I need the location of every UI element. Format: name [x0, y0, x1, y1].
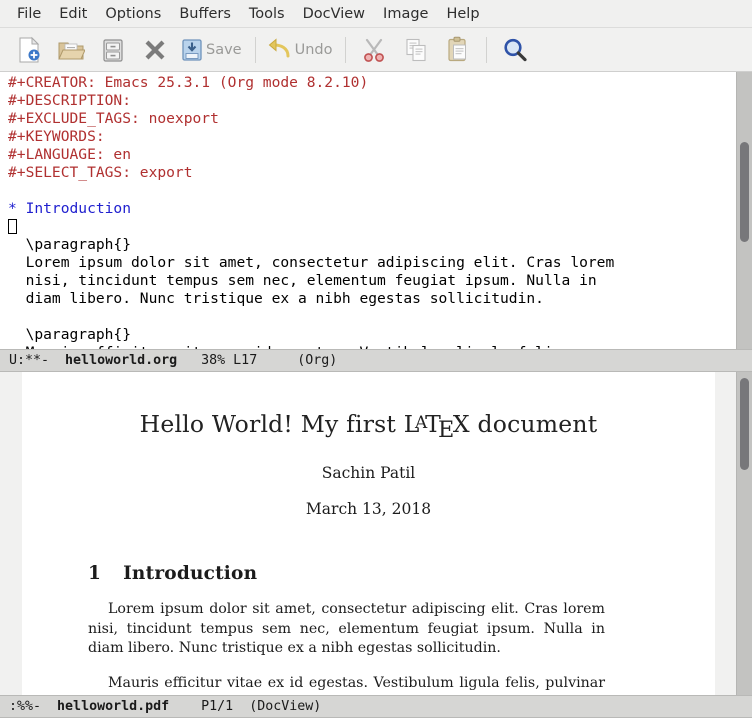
org-modeline-major-mode: (Org): [297, 353, 337, 368]
docview-buffer-window: Hello World! My first LATEX document Sac…: [0, 372, 752, 718]
pdf-title-suffix: document: [470, 410, 598, 438]
menu-item-file[interactable]: File: [8, 3, 50, 25]
org-cursor-line: [8, 218, 736, 236]
org-modeline-flags: U:**-: [9, 353, 49, 368]
pdf-paragraph-1: Lorem ipsum dolor sit amet, consectetur …: [88, 600, 605, 659]
docview-modeline-flags: :%%-: [9, 699, 41, 714]
menu-bar: File Edit Options Buffers Tools DocView …: [0, 0, 752, 28]
menu-item-docview[interactable]: DocView: [294, 3, 374, 25]
undo-arrow-icon: [267, 38, 293, 62]
pdf-section-number: 1: [88, 563, 101, 584]
org-modeline-position: 38% L17: [201, 353, 257, 368]
docview-scrollbar[interactable]: [736, 372, 752, 695]
open-folder-icon: [57, 36, 85, 64]
org-line-select-tags: #+SELECT_TAGS: export: [8, 164, 736, 182]
org-buffer-modeline: U:**- helloworld.org 38% L17 (Org): [0, 349, 752, 372]
org-line-description: #+DESCRIPTION:: [8, 92, 736, 110]
org-line-paragraph1-1: Lorem ipsum dolor sit amet, consectetur …: [8, 254, 736, 272]
org-line-paragraph2-cmd: \paragraph{}: [8, 326, 736, 344]
docview-modeline: :%%- helloworld.pdf P1/1 (DocView): [0, 695, 752, 718]
org-blank-2: [8, 308, 736, 326]
latex-logo: LATEX: [404, 410, 470, 438]
menu-item-tools[interactable]: Tools: [240, 3, 294, 25]
latex-a: A: [415, 412, 427, 432]
buffer-windows: #+CREATOR: Emacs 25.3.1 (Org mode 8.2.10…: [0, 72, 752, 718]
menu-item-buffers[interactable]: Buffers: [170, 3, 240, 25]
magnifier-icon: [502, 37, 528, 63]
clipboard-icon: [445, 36, 471, 63]
toolbar-separator-2: [345, 37, 346, 63]
org-buffer-text[interactable]: #+CREATOR: Emacs 25.3.1 (Org mode 8.2.10…: [8, 72, 736, 349]
docview-modeline-position: P1/1: [201, 699, 233, 714]
file-cabinet-icon: [100, 36, 126, 64]
org-buffer-scrollbar[interactable]: [736, 72, 752, 349]
save-as-button[interactable]: [92, 31, 134, 69]
org-heading-introduction: * Introduction: [8, 200, 736, 218]
new-file-icon: [16, 36, 42, 64]
menu-item-edit[interactable]: Edit: [50, 3, 96, 25]
text-cursor: [8, 219, 17, 234]
org-left-fringe: [0, 72, 8, 349]
org-line-language: #+LANGUAGE: en: [8, 146, 736, 164]
docview-scrollbar-thumb[interactable]: [740, 378, 749, 470]
save-disk-icon: [180, 37, 204, 63]
docview-left-fringe: [0, 372, 8, 695]
pdf-paragraph-2: Mauris efficitur vitae ex id egestas. Ve…: [88, 674, 605, 696]
org-blank-1: [8, 182, 736, 200]
toolbar-separator-1: [255, 37, 256, 63]
close-x-icon: [142, 37, 168, 63]
undo-button-label: Undo: [295, 42, 333, 58]
toolbar-separator-3: [486, 37, 487, 63]
search-button[interactable]: [494, 31, 536, 69]
org-line-paragraph1-3: diam libero. Nunc tristique ex a nibh eg…: [8, 290, 736, 308]
tool-bar: Save Undo: [0, 28, 752, 72]
org-scrollbar-thumb[interactable]: [740, 142, 749, 242]
org-modeline-buffer-name: helloworld.org: [65, 353, 177, 368]
pdf-section-heading: 1 Introduction: [88, 563, 715, 584]
pdf-date: March 13, 2018: [22, 500, 715, 518]
copy-button[interactable]: [395, 31, 437, 69]
latex-x: X: [453, 410, 470, 438]
latex-e: E: [438, 417, 455, 443]
org-line-creator: #+CREATOR: Emacs 25.3.1 (Org mode 8.2.10…: [8, 74, 736, 92]
menu-item-image[interactable]: Image: [374, 3, 437, 25]
org-line-paragraph1-2: nisi, tincidunt tempus sem nec, elementu…: [8, 272, 736, 290]
scissors-icon: [361, 37, 387, 63]
org-line-paragraph2-1: Mauris efficitur vitae ex id egestas. Ve…: [8, 344, 736, 349]
pdf-page-1: Hello World! My first LATEX document Sac…: [22, 372, 715, 695]
copy-pages-icon: [403, 37, 429, 63]
paste-button[interactable]: [437, 31, 479, 69]
org-line-paragraph1-cmd: \paragraph{}: [8, 236, 736, 254]
cut-button[interactable]: [353, 31, 395, 69]
docview-modeline-buffer-name: helloworld.pdf: [57, 699, 169, 714]
pdf-author: Sachin Patil: [22, 464, 715, 482]
menu-item-options[interactable]: Options: [96, 3, 170, 25]
pdf-title-prefix: Hello World! My first: [140, 410, 404, 438]
org-line-keywords: #+KEYWORDS:: [8, 128, 736, 146]
pdf-document-title: Hello World! My first LATEX document: [22, 410, 715, 438]
docview-modeline-major-mode: (DocView): [249, 699, 321, 714]
save-button[interactable]: Save: [176, 31, 248, 69]
close-button[interactable]: [134, 31, 176, 69]
save-button-label: Save: [206, 42, 242, 58]
new-file-button[interactable]: [8, 31, 50, 69]
undo-button[interactable]: Undo: [263, 31, 339, 69]
open-file-button[interactable]: [50, 31, 92, 69]
docview-page-area[interactable]: Hello World! My first LATEX document Sac…: [8, 372, 736, 695]
pdf-section-title: Introduction: [123, 563, 257, 584]
org-line-exclude-tags: #+EXCLUDE_TAGS: noexport: [8, 110, 736, 128]
emacs-window: File Edit Options Buffers Tools DocView …: [0, 0, 752, 718]
menu-item-help[interactable]: Help: [437, 3, 488, 25]
org-buffer-window: #+CREATOR: Emacs 25.3.1 (Org mode 8.2.10…: [0, 72, 752, 372]
